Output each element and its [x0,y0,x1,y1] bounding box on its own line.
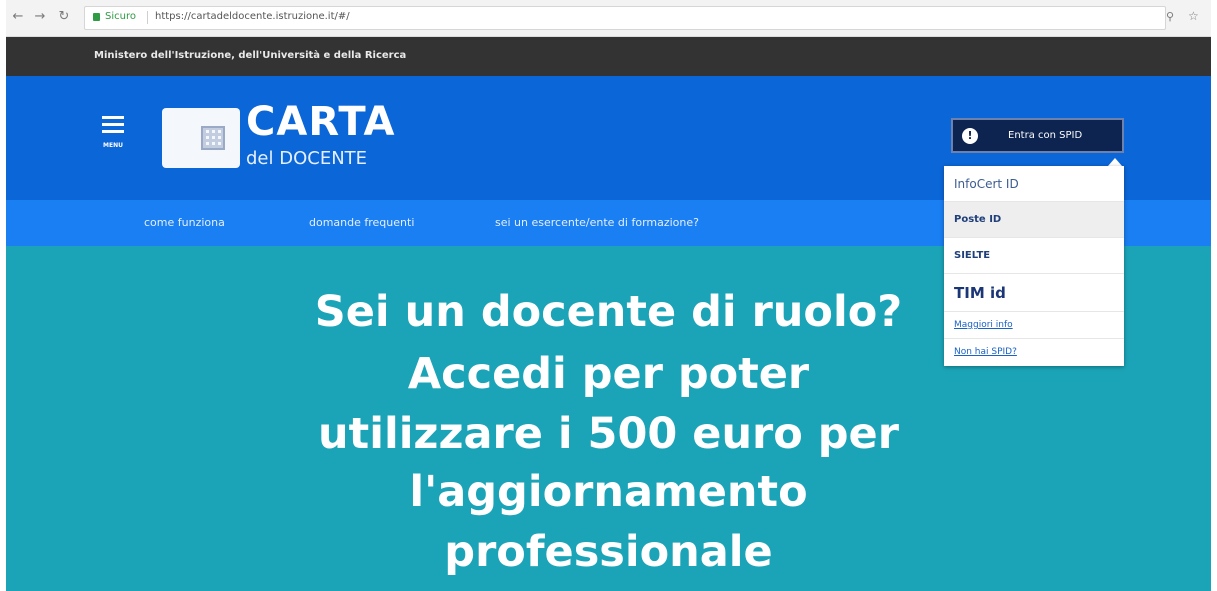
hero-heading-line: professionale [444,527,773,577]
provider-label: TIM id [954,284,1006,302]
browser-toolbar: ← → ↻ Sicuro https://cartadeldocente.ist… [6,0,1211,37]
menu-button[interactable]: MENU [102,116,124,154]
back-icon[interactable]: ← [10,9,26,25]
provider-infocert[interactable]: InfoCert ID [944,166,1124,202]
qr-code-icon [201,126,225,150]
address-bar[interactable]: Sicuro https://cartadeldocente.istruzion… [84,6,1166,30]
logo-subtitle[interactable]: del DOCENTE [246,148,367,170]
forward-icon[interactable]: → [32,9,48,25]
nav-esercente[interactable]: sei un esercente/ente di formazione? [495,216,699,229]
spid-user-icon: ! [962,128,978,144]
more-info-link[interactable]: Maggiori info [944,312,1124,339]
address-separator [147,11,148,24]
dropdown-caret [1108,158,1122,166]
no-spid-label: Non hai SPID? [954,347,1017,357]
provider-sielte[interactable]: SIELTE [944,238,1124,274]
menu-label: MENU [103,142,123,149]
url-text[interactable]: https://cartadeldocente.istruzione.it/#/ [155,11,350,22]
no-spid-link[interactable]: Non hai SPID? [944,339,1124,366]
lock-icon [93,13,100,21]
provider-label: Poste ID [954,214,1002,225]
ministry-name[interactable]: Ministero dell'Istruzione, dell'Universi… [94,50,406,61]
more-info-label: Maggiori info [954,320,1013,330]
spid-provider-dropdown: InfoCert ID Poste ID SIELTE TIM id Maggi… [944,166,1124,366]
nav-domande-frequenti[interactable]: domande frequenti [309,216,414,229]
hamburger-icon [102,123,124,126]
provider-poste[interactable]: Poste ID [944,202,1124,238]
spid-login-button[interactable]: ! Entra con SPID [951,118,1124,153]
zoom-icon[interactable]: ⚲ [1166,10,1174,23]
hamburger-icon [102,130,124,133]
logo-title[interactable]: CARTA [246,100,395,144]
ministry-bar: Ministero dell'Istruzione, dell'Universi… [6,37,1211,76]
hamburger-icon [102,116,124,119]
bookmark-star-icon[interactable]: ☆ [1188,9,1199,23]
reload-icon[interactable]: ↻ [56,9,72,25]
provider-label: InfoCert ID [954,177,1019,191]
browser-window: ← → ↻ Sicuro https://cartadeldocente.ist… [6,0,1211,591]
provider-tim[interactable]: TIM id [944,274,1124,312]
secure-label: Sicuro [105,11,136,22]
spid-button-label: Entra con SPID [1008,130,1083,141]
nav-come-funziona[interactable]: come funziona [144,216,225,229]
hero-heading-line: utilizzare i 500 euro per [318,409,899,459]
provider-label: SIELTE [954,250,991,261]
hero-heading-line: l'aggiornamento [409,467,808,517]
